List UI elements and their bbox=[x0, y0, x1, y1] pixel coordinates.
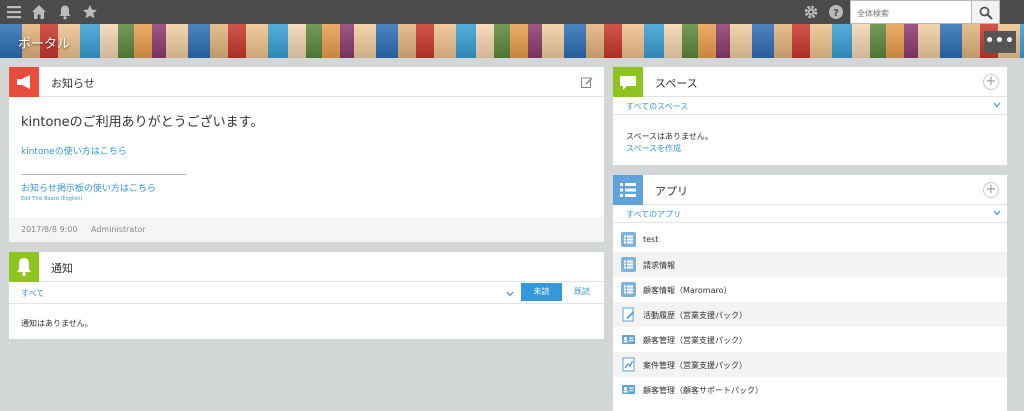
list-icon bbox=[621, 257, 636, 272]
app-name: 顧客情報（Maromaro） bbox=[643, 286, 732, 295]
edit-icon[interactable] bbox=[581, 76, 593, 88]
search-icon bbox=[979, 6, 993, 20]
apps-header: アプリ + bbox=[613, 175, 1007, 205]
notice-footer: 2017/8/8 9:00 Administrator bbox=[9, 217, 604, 242]
apps-filter[interactable]: すべてのアプリ bbox=[626, 209, 681, 220]
create-space-link[interactable]: スペースを作成 bbox=[626, 143, 681, 154]
app-name: 請求情報 bbox=[643, 261, 675, 270]
svg-text:?: ? bbox=[833, 8, 839, 19]
notice-date: 2017/8/8 9:00 bbox=[21, 225, 78, 234]
app-name: 顧客管理（営業支援パック） bbox=[643, 336, 747, 345]
app-list-item[interactable]: 請求情報 bbox=[613, 252, 1007, 277]
page-title: ポータル bbox=[18, 37, 71, 52]
notice-header: お知らせ bbox=[9, 67, 604, 97]
id-card-icon bbox=[622, 335, 635, 344]
notice-headline: kintoneのご利用ありがとうございます。 bbox=[21, 115, 264, 130]
space-filter[interactable]: すべてのスペース bbox=[626, 101, 688, 112]
notifications-header: 通知 bbox=[9, 252, 604, 282]
list-icon bbox=[621, 232, 636, 247]
space-title: スペース bbox=[655, 77, 698, 90]
speech-bubble-icon bbox=[613, 67, 643, 97]
unread-tab[interactable]: 未読 bbox=[521, 283, 562, 301]
notifications-filter[interactable]: すべて bbox=[21, 288, 44, 299]
app-list-item[interactable]: 案件管理（営業支援パック） bbox=[613, 352, 1007, 377]
app-list-item[interactable]: 顧客管理（営業支援パック） bbox=[613, 327, 1007, 352]
notifications-empty: 通知はありません。 bbox=[21, 319, 93, 328]
id-card-icon bbox=[622, 385, 635, 394]
notifications-title: 通知 bbox=[51, 262, 73, 275]
star-icon[interactable] bbox=[82, 4, 98, 20]
list-icon bbox=[621, 282, 636, 297]
board-guide-link[interactable]: お知らせ掲示板の使い方はこちら bbox=[21, 181, 156, 194]
megaphone-icon bbox=[9, 67, 39, 97]
space-empty: スペースはありません。 bbox=[626, 132, 713, 141]
menu-icon[interactable] bbox=[6, 4, 22, 20]
app-list-item[interactable]: 顧客情報（Maromaro） bbox=[613, 277, 1007, 302]
add-app-button[interactable]: + bbox=[983, 182, 999, 198]
document-edit-icon bbox=[622, 307, 635, 322]
top-bar: ? bbox=[0, 0, 1024, 25]
notice-panel: お知らせ kintoneのご利用ありがとうございます。 kintoneの使い方は… bbox=[9, 67, 604, 242]
app-list-item[interactable]: 活動履歴（営業支援パック） bbox=[613, 302, 1007, 327]
bell-icon bbox=[9, 252, 39, 282]
chevron-down-icon[interactable] bbox=[993, 101, 1001, 109]
notice-divider bbox=[21, 174, 186, 175]
apps-panel: アプリ + すべてのアプリ test 請求情報 顧客情報（Maromaro） 活… bbox=[613, 175, 1007, 411]
app-list-item[interactable]: test bbox=[613, 227, 1007, 252]
home-icon[interactable] bbox=[31, 4, 47, 20]
app-name: 活動履歴（営業支援パック） bbox=[643, 311, 747, 320]
search-button[interactable] bbox=[972, 0, 1000, 24]
gear-icon[interactable] bbox=[803, 4, 819, 20]
notifications-panel: 通知 すべて 未読 既読 通知はありません。 bbox=[9, 252, 604, 339]
list-icon bbox=[613, 175, 643, 205]
bell-icon[interactable] bbox=[57, 4, 73, 20]
app-name: 顧客管理（顧客サポートパック） bbox=[643, 386, 763, 395]
app-name: test bbox=[643, 235, 659, 244]
document-chart-icon bbox=[622, 357, 635, 372]
space-panel: スペース + すべてのスペース スペースはありません。 スペースを作成 bbox=[613, 67, 1007, 165]
read-tab[interactable]: 既読 bbox=[568, 283, 596, 301]
notice-title: お知らせ bbox=[51, 77, 95, 90]
space-filter-bar: すべてのスペース bbox=[613, 97, 1007, 115]
edit-board-english-link[interactable]: Edit This Board (English) bbox=[21, 196, 82, 202]
apps-filter-bar: すべてのアプリ bbox=[613, 205, 1007, 223]
chevron-down-icon[interactable] bbox=[993, 209, 1001, 217]
chevron-down-icon[interactable] bbox=[506, 290, 514, 298]
global-search bbox=[850, 0, 972, 25]
notifications-filter-bar: すべて 未読 既読 bbox=[9, 282, 604, 304]
app-list-item[interactable]: 顧客管理（顧客サポートパック） bbox=[613, 377, 1007, 402]
portal-banner: ポータル bbox=[0, 24, 1024, 58]
kintone-guide-link[interactable]: kintoneの使い方はこちら bbox=[21, 144, 127, 157]
help-icon[interactable]: ? bbox=[828, 4, 844, 20]
notice-author: Administrator bbox=[91, 225, 146, 234]
search-input[interactable] bbox=[851, 2, 971, 25]
space-header: スペース + bbox=[613, 67, 1007, 97]
app-name: 案件管理（営業支援パック） bbox=[643, 361, 747, 370]
add-space-button[interactable]: + bbox=[983, 74, 999, 90]
portal-options-button[interactable]: ••• bbox=[984, 31, 1016, 53]
apps-title: アプリ bbox=[655, 185, 688, 198]
